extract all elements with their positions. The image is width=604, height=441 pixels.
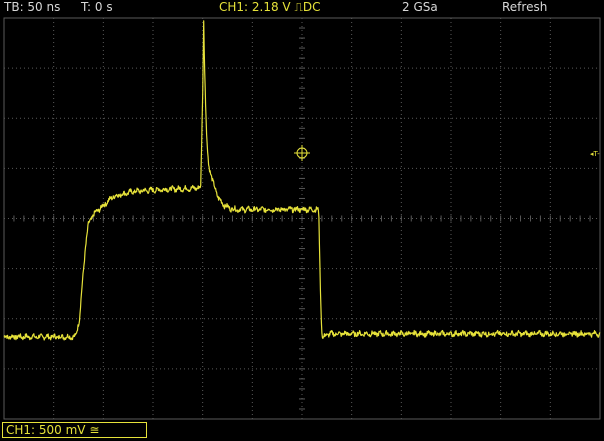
status-bar: TB: 50 ns T: 0 s CH1: 2.18 V ⎍DC 2 GSa R… xyxy=(0,0,604,16)
trigger-offset-readout[interactable]: T: 0 s xyxy=(81,0,113,15)
sample-rate-readout[interactable]: 2 GSa xyxy=(402,0,438,15)
channel-trigger-readout[interactable]: CH1: 2.18 V ⎍DC xyxy=(219,0,320,15)
acquisition-mode-readout[interactable]: Refresh xyxy=(502,0,547,15)
oscilloscope-screen: ◂T- xyxy=(0,0,604,441)
channel-scale-box[interactable]: CH1: 500 mV ≅ xyxy=(2,422,147,438)
timebase-readout[interactable]: TB: 50 ns xyxy=(4,0,60,15)
trigger-level-marker[interactable]: ◂T- xyxy=(590,150,600,158)
